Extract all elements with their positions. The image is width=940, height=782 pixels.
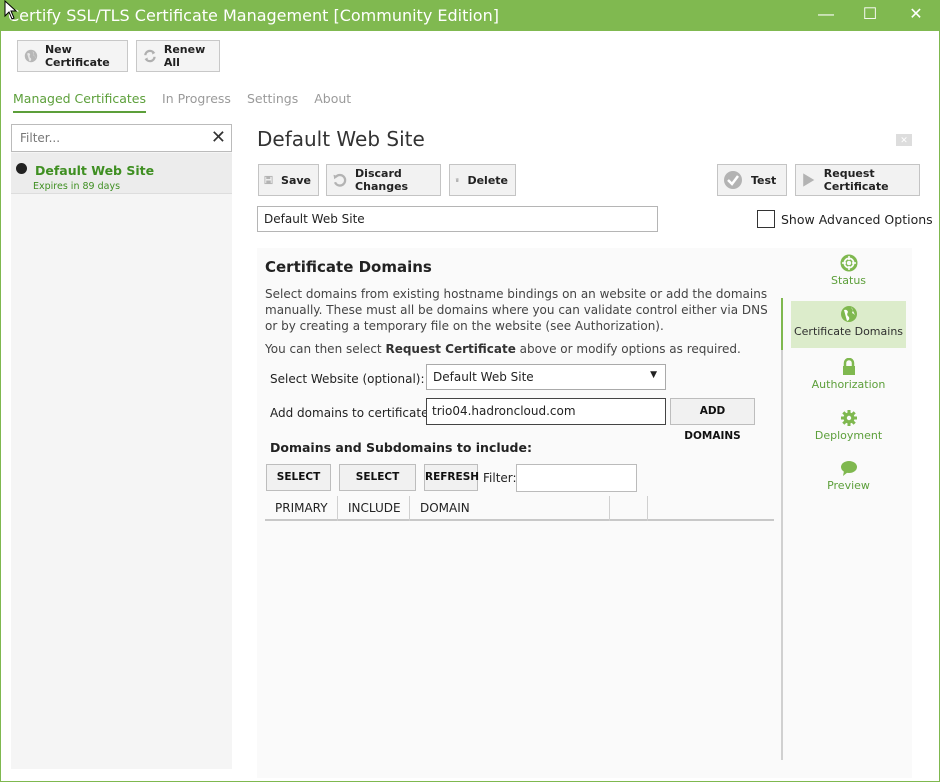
chat-bubble-icon	[840, 461, 857, 476]
test-button[interactable]: Test	[717, 164, 787, 196]
window-title: Certify SSL/TLS Certificate Management […	[8, 6, 499, 25]
select-all-button[interactable]: SELECT ALL	[266, 464, 331, 508]
domains-table-header: PRIMARY INCLUDE DOMAIN	[265, 496, 774, 521]
domain-filter-label: Filter:	[483, 471, 517, 485]
close-detail-icon[interactable]: ✕	[896, 134, 912, 146]
mouse-cursor-icon	[4, 0, 18, 20]
renew-all-label: Renew All	[163, 43, 206, 69]
column-extra-1[interactable]	[610, 496, 648, 521]
active-section-marker	[781, 298, 783, 350]
refresh-button[interactable]: REFRESH	[424, 464, 479, 491]
show-advanced-options-checkbox[interactable]	[757, 210, 775, 228]
select-website-value: Default Web Site	[433, 370, 534, 384]
globe-icon	[24, 49, 38, 63]
hint-prefix: You can then select	[265, 342, 386, 356]
clear-filter-icon[interactable]: ✕	[211, 127, 226, 148]
column-include[interactable]: INCLUDE	[338, 496, 410, 521]
undo-icon	[333, 173, 347, 187]
nav-certificate-domains-label: Certificate Domains	[793, 325, 904, 338]
renew-all-button[interactable]: Renew All	[136, 40, 220, 72]
main-tabs: Managed Certificates In Progress Setting…	[13, 91, 367, 113]
nav-item-certificate-domains[interactable]: Certificate Domains	[791, 301, 906, 348]
hint-suffix: above or modify options as required.	[515, 342, 741, 356]
delete-button[interactable]: Delete	[449, 164, 516, 196]
nav-authorization-label: Authorization	[811, 378, 886, 391]
certificate-name-field[interactable]: Default Web Site	[257, 206, 658, 232]
certificate-expiry: Expires in 89 days	[33, 181, 121, 192]
section-title: Certificate Domains	[265, 258, 432, 276]
nav-item-deployment[interactable]: Deployment	[791, 405, 906, 452]
nav-item-preview[interactable]: Preview	[791, 455, 906, 502]
nav-status-label: Status	[830, 274, 867, 287]
lock-icon	[842, 358, 855, 375]
column-extra-2[interactable]	[648, 496, 774, 521]
tab-in-progress[interactable]: In Progress	[162, 91, 231, 113]
refresh-icon	[144, 49, 156, 63]
section-divider	[781, 298, 783, 760]
nav-deployment-label: Deployment	[814, 429, 883, 442]
gear-icon	[840, 410, 857, 426]
nav-preview-label: Preview	[827, 479, 870, 492]
nav-item-authorization[interactable]: Authorization	[791, 354, 906, 401]
request-certificate-button[interactable]: Request Certificate	[795, 164, 920, 196]
add-domains-button[interactable]: ADD DOMAINS	[670, 398, 755, 442]
request-certificate-label: Request Certificate	[823, 167, 889, 193]
certificate-list-pane: Filter... ✕ Default Web Site Expires in …	[11, 124, 232, 769]
new-certificate-label: New Certificate	[44, 43, 110, 69]
domains-subheading: Domains and Subdomains to include:	[270, 440, 532, 455]
tab-settings[interactable]: Settings	[247, 91, 298, 113]
minimize-button[interactable]: —	[804, 3, 848, 27]
domain-filter-input[interactable]	[516, 464, 637, 492]
select-website-dropdown[interactable]: Default Web Site ▼	[426, 364, 666, 390]
discard-changes-button[interactable]: Discard Changes	[326, 164, 441, 196]
play-icon	[803, 173, 815, 187]
save-icon	[264, 175, 273, 185]
globe-icon	[16, 163, 27, 174]
lifebuoy-icon	[840, 254, 857, 272]
test-label: Test	[751, 173, 777, 187]
new-certificate-button[interactable]: New Certificate	[17, 40, 128, 72]
page-title: Default Web Site	[257, 127, 425, 151]
title-bar: Certify SSL/TLS Certificate Management […	[0, 0, 940, 31]
app-window: Certify SSL/TLS Certificate Management […	[0, 0, 940, 782]
filter-placeholder: Filter...	[20, 131, 61, 145]
trash-icon	[455, 177, 459, 183]
column-primary[interactable]: PRIMARY	[265, 496, 338, 521]
delete-label: Delete	[467, 173, 508, 187]
section-hint: You can then select Request Certificate …	[265, 342, 741, 356]
tab-about[interactable]: About	[314, 91, 351, 113]
show-advanced-options-label: Show Advanced Options	[781, 212, 933, 227]
save-label: Save	[281, 173, 311, 187]
section-description: Select domains from existing hostname bi…	[265, 287, 768, 333]
select-website-label: Select Website (optional):	[270, 372, 425, 386]
hint-bold: Request Certificate	[385, 342, 516, 356]
nav-item-status[interactable]: Status	[791, 250, 906, 297]
checkmark-circle-icon	[724, 171, 742, 189]
column-domain[interactable]: DOMAIN	[410, 496, 610, 521]
certificate-list-item[interactable]: Default Web Site Expires in 89 days	[11, 153, 232, 194]
add-domains-label: Add domains to certificate:	[270, 406, 433, 420]
dropdown-arrow-icon: ▼	[650, 370, 657, 380]
save-button[interactable]: Save	[258, 164, 319, 196]
certificate-name: Default Web Site	[35, 163, 155, 178]
maximize-button[interactable]: ☐	[848, 3, 892, 27]
tab-managed-certificates[interactable]: Managed Certificates	[13, 91, 147, 113]
select-none-button[interactable]: SELECT NONE	[339, 464, 416, 508]
discard-changes-label: Discard Changes	[355, 167, 409, 193]
close-window-button[interactable]: ✕	[894, 3, 938, 27]
add-domains-input[interactable]: trio04.hadroncloud.com	[426, 398, 666, 425]
certificate-filter-input[interactable]: Filter... ✕	[11, 124, 232, 152]
globe-icon	[840, 306, 857, 322]
